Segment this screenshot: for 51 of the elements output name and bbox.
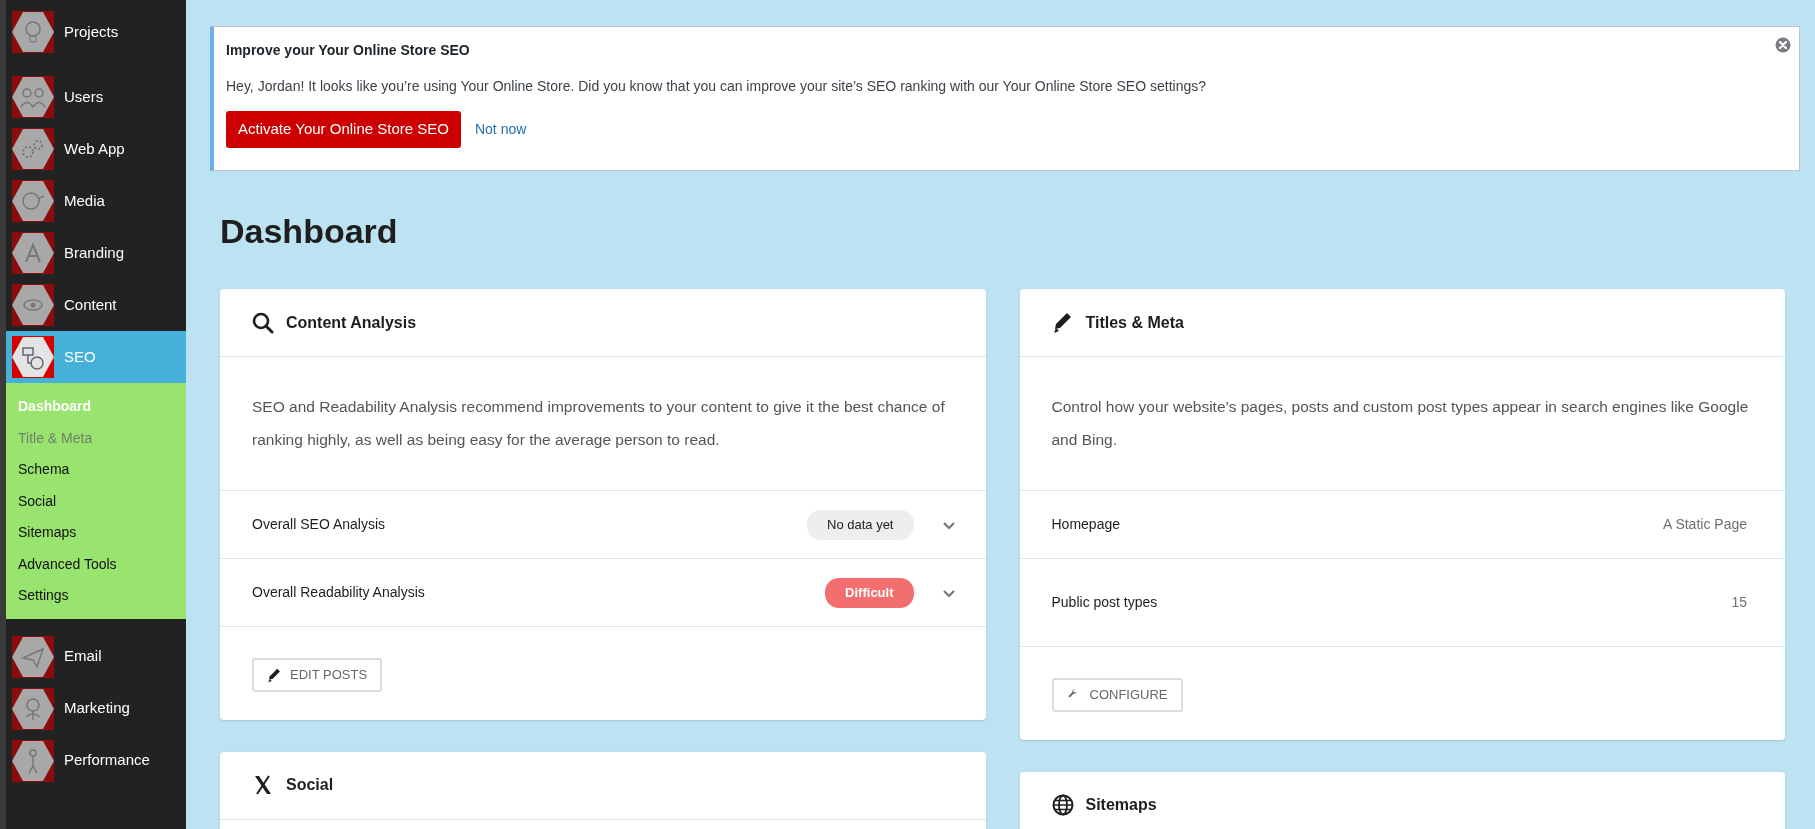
sidebar-item[interactable]: Web App bbox=[6, 123, 186, 175]
activate-button[interactable]: Activate Your Online Store SEO bbox=[226, 111, 461, 148]
not-now-link[interactable]: Not now bbox=[474, 118, 527, 140]
search-icon bbox=[252, 311, 274, 334]
x-logo-icon bbox=[252, 774, 274, 797]
sidebar-item[interactable]: Marketing bbox=[6, 682, 186, 735]
hexagon-icon bbox=[12, 687, 54, 730]
status-badge: Difficult bbox=[825, 578, 914, 608]
hexagon-icon bbox=[12, 635, 54, 678]
outline-button[interactable]: EDIT POSTS bbox=[252, 658, 383, 692]
card-title: Titles & Meta bbox=[1085, 312, 1184, 333]
submenu-item[interactable]: Schema bbox=[6, 454, 186, 486]
page-title: Dashboard bbox=[220, 210, 399, 252]
row-label: Public post types bbox=[1051, 593, 1159, 613]
hexagon-icon bbox=[12, 336, 54, 378]
hexagon-icon bbox=[12, 128, 54, 170]
sidebar-item[interactable]: Email bbox=[6, 630, 186, 683]
pencil-icon bbox=[267, 667, 282, 683]
sidebar-item[interactable]: Content bbox=[6, 279, 186, 331]
sidebar-item[interactable]: Performance bbox=[6, 734, 186, 787]
card-description: Control how your website’s pages, posts and custom post types appear in search engines like Google and Bing. bbox=[1019, 357, 1785, 492]
row-label: Overall Readability Analysis bbox=[252, 583, 426, 603]
notice-message: Hey, Jordan! It looks like you’re using Your Online Store. Did you know that you can improve your site’s SEO ranking with our Your Online Store SEO settings? bbox=[226, 77, 1207, 96]
hexagon-icon bbox=[12, 76, 54, 118]
row-value: A Static Page bbox=[1662, 515, 1747, 535]
sidebar-item[interactable]: Projects bbox=[6, 6, 186, 58]
hexagon-icon bbox=[12, 739, 54, 782]
hexagon-icon bbox=[12, 232, 54, 274]
card-title: Social bbox=[286, 775, 334, 796]
sidebar-item[interactable]: Users bbox=[6, 71, 186, 123]
outline-button[interactable]: CONFIGURE bbox=[1051, 678, 1183, 712]
card-title: Content Analysis bbox=[286, 312, 417, 333]
hexagon-icon bbox=[12, 180, 54, 222]
submenu-item[interactable]: Settings bbox=[6, 580, 186, 612]
notice-title: Improve your Your Online Store SEO bbox=[226, 41, 470, 60]
card-title: Sitemaps bbox=[1085, 795, 1157, 816]
row-value: 15 bbox=[1731, 593, 1747, 613]
submenu-item[interactable]: Advanced Tools bbox=[6, 548, 186, 580]
row-label: Homepage bbox=[1051, 515, 1121, 535]
globe-icon bbox=[1051, 794, 1074, 817]
submenu-item[interactable]: Social bbox=[6, 485, 186, 517]
status-badge: No data yet bbox=[807, 510, 914, 540]
sidebar-item[interactable]: Branding bbox=[6, 227, 186, 279]
submenu-item[interactable]: Sitemaps bbox=[6, 517, 186, 549]
sidebar-item[interactable]: Media bbox=[6, 175, 186, 227]
card-description: SEO and Readability Analysis recommend improvements to your content to give it the best chance of ranking highly, as well as being easy for the average person to read. bbox=[220, 357, 986, 492]
hexagon-icon bbox=[12, 284, 54, 326]
close-icon[interactable] bbox=[1775, 37, 1791, 53]
pencil-icon bbox=[1051, 311, 1074, 334]
hexagon-icon bbox=[12, 11, 54, 53]
row-label: Overall SEO Analysis bbox=[252, 515, 387, 535]
